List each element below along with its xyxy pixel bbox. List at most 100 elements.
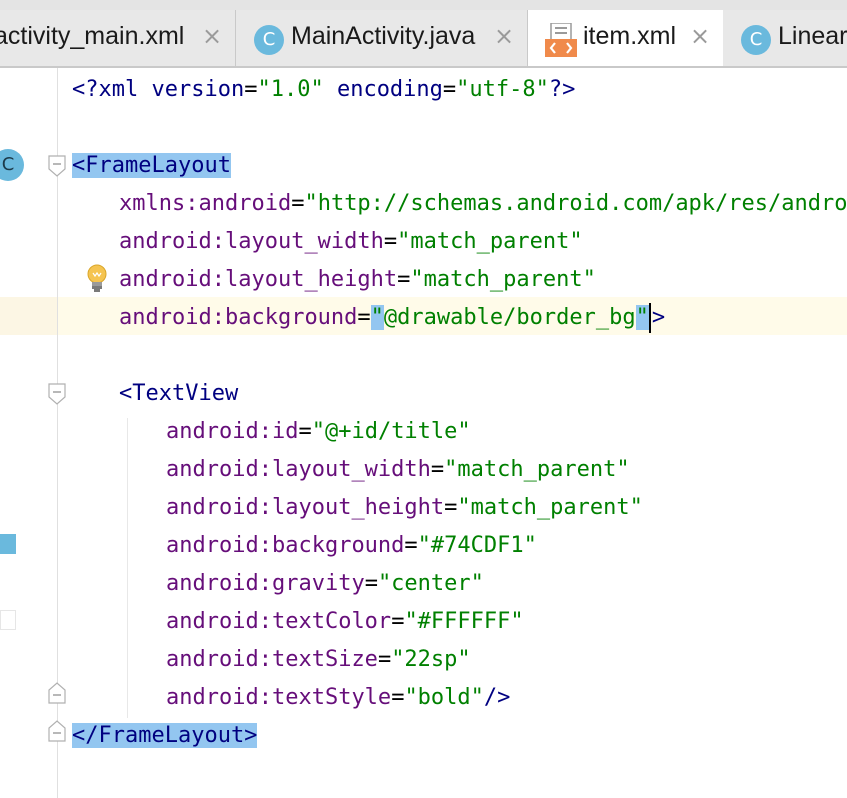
attr-value: "match_parent" [444, 457, 630, 482]
code-line-framelayout-open[interactable]: <FrameLayout [72, 147, 231, 185]
fold-close-icon[interactable] [48, 720, 66, 746]
attr-namespace: xmlns: [119, 191, 199, 216]
attr-name: id [271, 419, 299, 444]
attr-value: "match_parent" [397, 229, 583, 254]
attr-namespace: android: [166, 647, 272, 672]
code-line-background-caret[interactable]: android:background="@drawable/border_bg"… [119, 299, 665, 337]
equals-sign: = [391, 609, 405, 634]
tab-bar-top-strip [0, 0, 847, 10]
equals-sign: = [291, 191, 305, 216]
attr-namespace: android: [119, 267, 225, 292]
code-line-xmlns[interactable]: xmlns:android="http://schemas.android.co… [119, 185, 847, 223]
tag-name: <FrameLayout [72, 153, 231, 178]
attr-name: encoding [336, 77, 443, 102]
attr-name: textSize [271, 647, 378, 672]
equals-sign: = [442, 77, 457, 102]
text-cursor [648, 303, 651, 333]
fold-open-icon[interactable] [48, 155, 66, 181]
attr-value: "center" [377, 571, 484, 596]
attr-namespace: android: [166, 571, 272, 596]
java-class-icon: C [741, 25, 771, 55]
tag-self-close: /> [483, 685, 511, 710]
equals-sign: = [357, 305, 371, 330]
code-line-attr[interactable]: android:layout_height="match_parent" [166, 489, 643, 527]
quote-match-highlight: " [635, 305, 649, 330]
attr-name: android [198, 191, 292, 216]
attr-name: textStyle [271, 685, 392, 710]
code-line-attr[interactable]: android:layout_width="match_parent" [119, 223, 583, 261]
code-line-prolog[interactable]: <?xml version="1.0" encoding="utf-8"?> [72, 71, 575, 109]
fold-open-icon[interactable] [48, 383, 66, 409]
tag-end: > [651, 305, 666, 330]
attr-namespace: android: [166, 419, 272, 444]
attr-name: background [271, 533, 405, 558]
code-line-attr[interactable]: android:layout_height="match_parent" [119, 261, 596, 299]
attr-namespace: android: [166, 685, 272, 710]
equals-sign: = [391, 685, 405, 710]
java-class-icon: C [254, 25, 284, 55]
tab-linear[interactable]: C Linear [723, 10, 847, 66]
lightbulb-icon[interactable] [86, 264, 108, 298]
equals-sign: = [377, 647, 392, 672]
tab-label: activity_main.xml [0, 22, 185, 50]
code-line-attr[interactable]: android:layout_width="match_parent" [166, 451, 630, 489]
tab-label: Linear [778, 22, 847, 50]
equals-sign: = [244, 77, 258, 102]
close-icon[interactable]: × [494, 22, 514, 50]
equals-sign: = [404, 533, 418, 558]
attr-value: "http://schemas.android.com/apk/res/andr… [304, 191, 847, 216]
attr-value: "match_parent" [410, 267, 596, 292]
class-gutter-icon[interactable]: C [0, 149, 24, 181]
tab-activity-main-xml[interactable]: activity_main.xml × [0, 10, 236, 66]
attr-value: @drawable/border_bg [383, 305, 636, 330]
code-line-attr[interactable]: android:textSize="22sp" [166, 641, 471, 679]
attr-value: "1.0" [257, 77, 324, 102]
attr-value: "#74CDF1" [417, 533, 537, 558]
attr-namespace: android: [119, 305, 225, 330]
attr-name: layout_height [271, 495, 445, 520]
attr-name: gravity [271, 571, 365, 596]
attr-value: "utf-8" [456, 77, 549, 102]
code-line-attr[interactable]: android:gravity="center" [166, 565, 484, 603]
attr-namespace: android: [166, 533, 272, 558]
tab-mainactivity-java[interactable]: C MainActivity.java × [236, 10, 528, 66]
code-editor[interactable]: C <?xml version="1.0" encoding="utf-8"?>… [0, 68, 847, 798]
prolog-close: ?> [548, 77, 576, 102]
equals-sign: = [298, 419, 312, 444]
close-icon[interactable]: × [690, 22, 710, 50]
code-line-attr[interactable]: android:background="#74CDF1" [166, 527, 537, 565]
attr-value: "22sp" [391, 647, 471, 672]
attr-namespace: android: [166, 457, 272, 482]
attr-value: "match_parent" [457, 495, 643, 520]
color-preview-marker-white[interactable] [0, 610, 16, 630]
tab-item-xml[interactable]: item.xml × [527, 10, 724, 68]
attr-name: background [224, 305, 358, 330]
close-icon[interactable]: × [202, 22, 222, 50]
code-line-framelayout-close[interactable]: </FrameLayout> [72, 717, 258, 755]
equals-sign: = [397, 267, 411, 292]
fold-close-icon[interactable] [48, 682, 66, 708]
code-line-attr-textstyle[interactable]: android:textStyle="bold"/> [166, 679, 510, 717]
tab-label: item.xml [583, 22, 677, 50]
xml-layout-icon [545, 22, 577, 61]
code-line-textview-open[interactable]: <TextView [119, 375, 238, 413]
attr-value: "bold" [404, 685, 484, 710]
indent-guide [127, 418, 128, 718]
code-line-attr[interactable]: android:textColor="#FFFFFF" [166, 603, 524, 641]
prolog-open: <? [72, 77, 99, 102]
prolog-name: xml [98, 77, 139, 102]
attr-value: "@+id/title" [311, 419, 471, 444]
attr-name: layout_height [224, 267, 398, 292]
equals-sign: = [430, 457, 445, 482]
attr-name: layout_width [224, 229, 384, 254]
attr-name: layout_width [271, 457, 431, 482]
equals-sign: = [364, 571, 378, 596]
caret-row-gutter [0, 297, 57, 335]
color-preview-marker[interactable] [0, 534, 16, 554]
quote-match-highlight: " [370, 305, 384, 330]
code-line-attr[interactable]: android:id="@+id/title" [166, 413, 471, 451]
attr-name: textColor [271, 609, 392, 634]
attr-value: "#FFFFFF" [404, 609, 524, 634]
equals-sign: = [383, 229, 398, 254]
attr-namespace: android: [166, 609, 272, 634]
